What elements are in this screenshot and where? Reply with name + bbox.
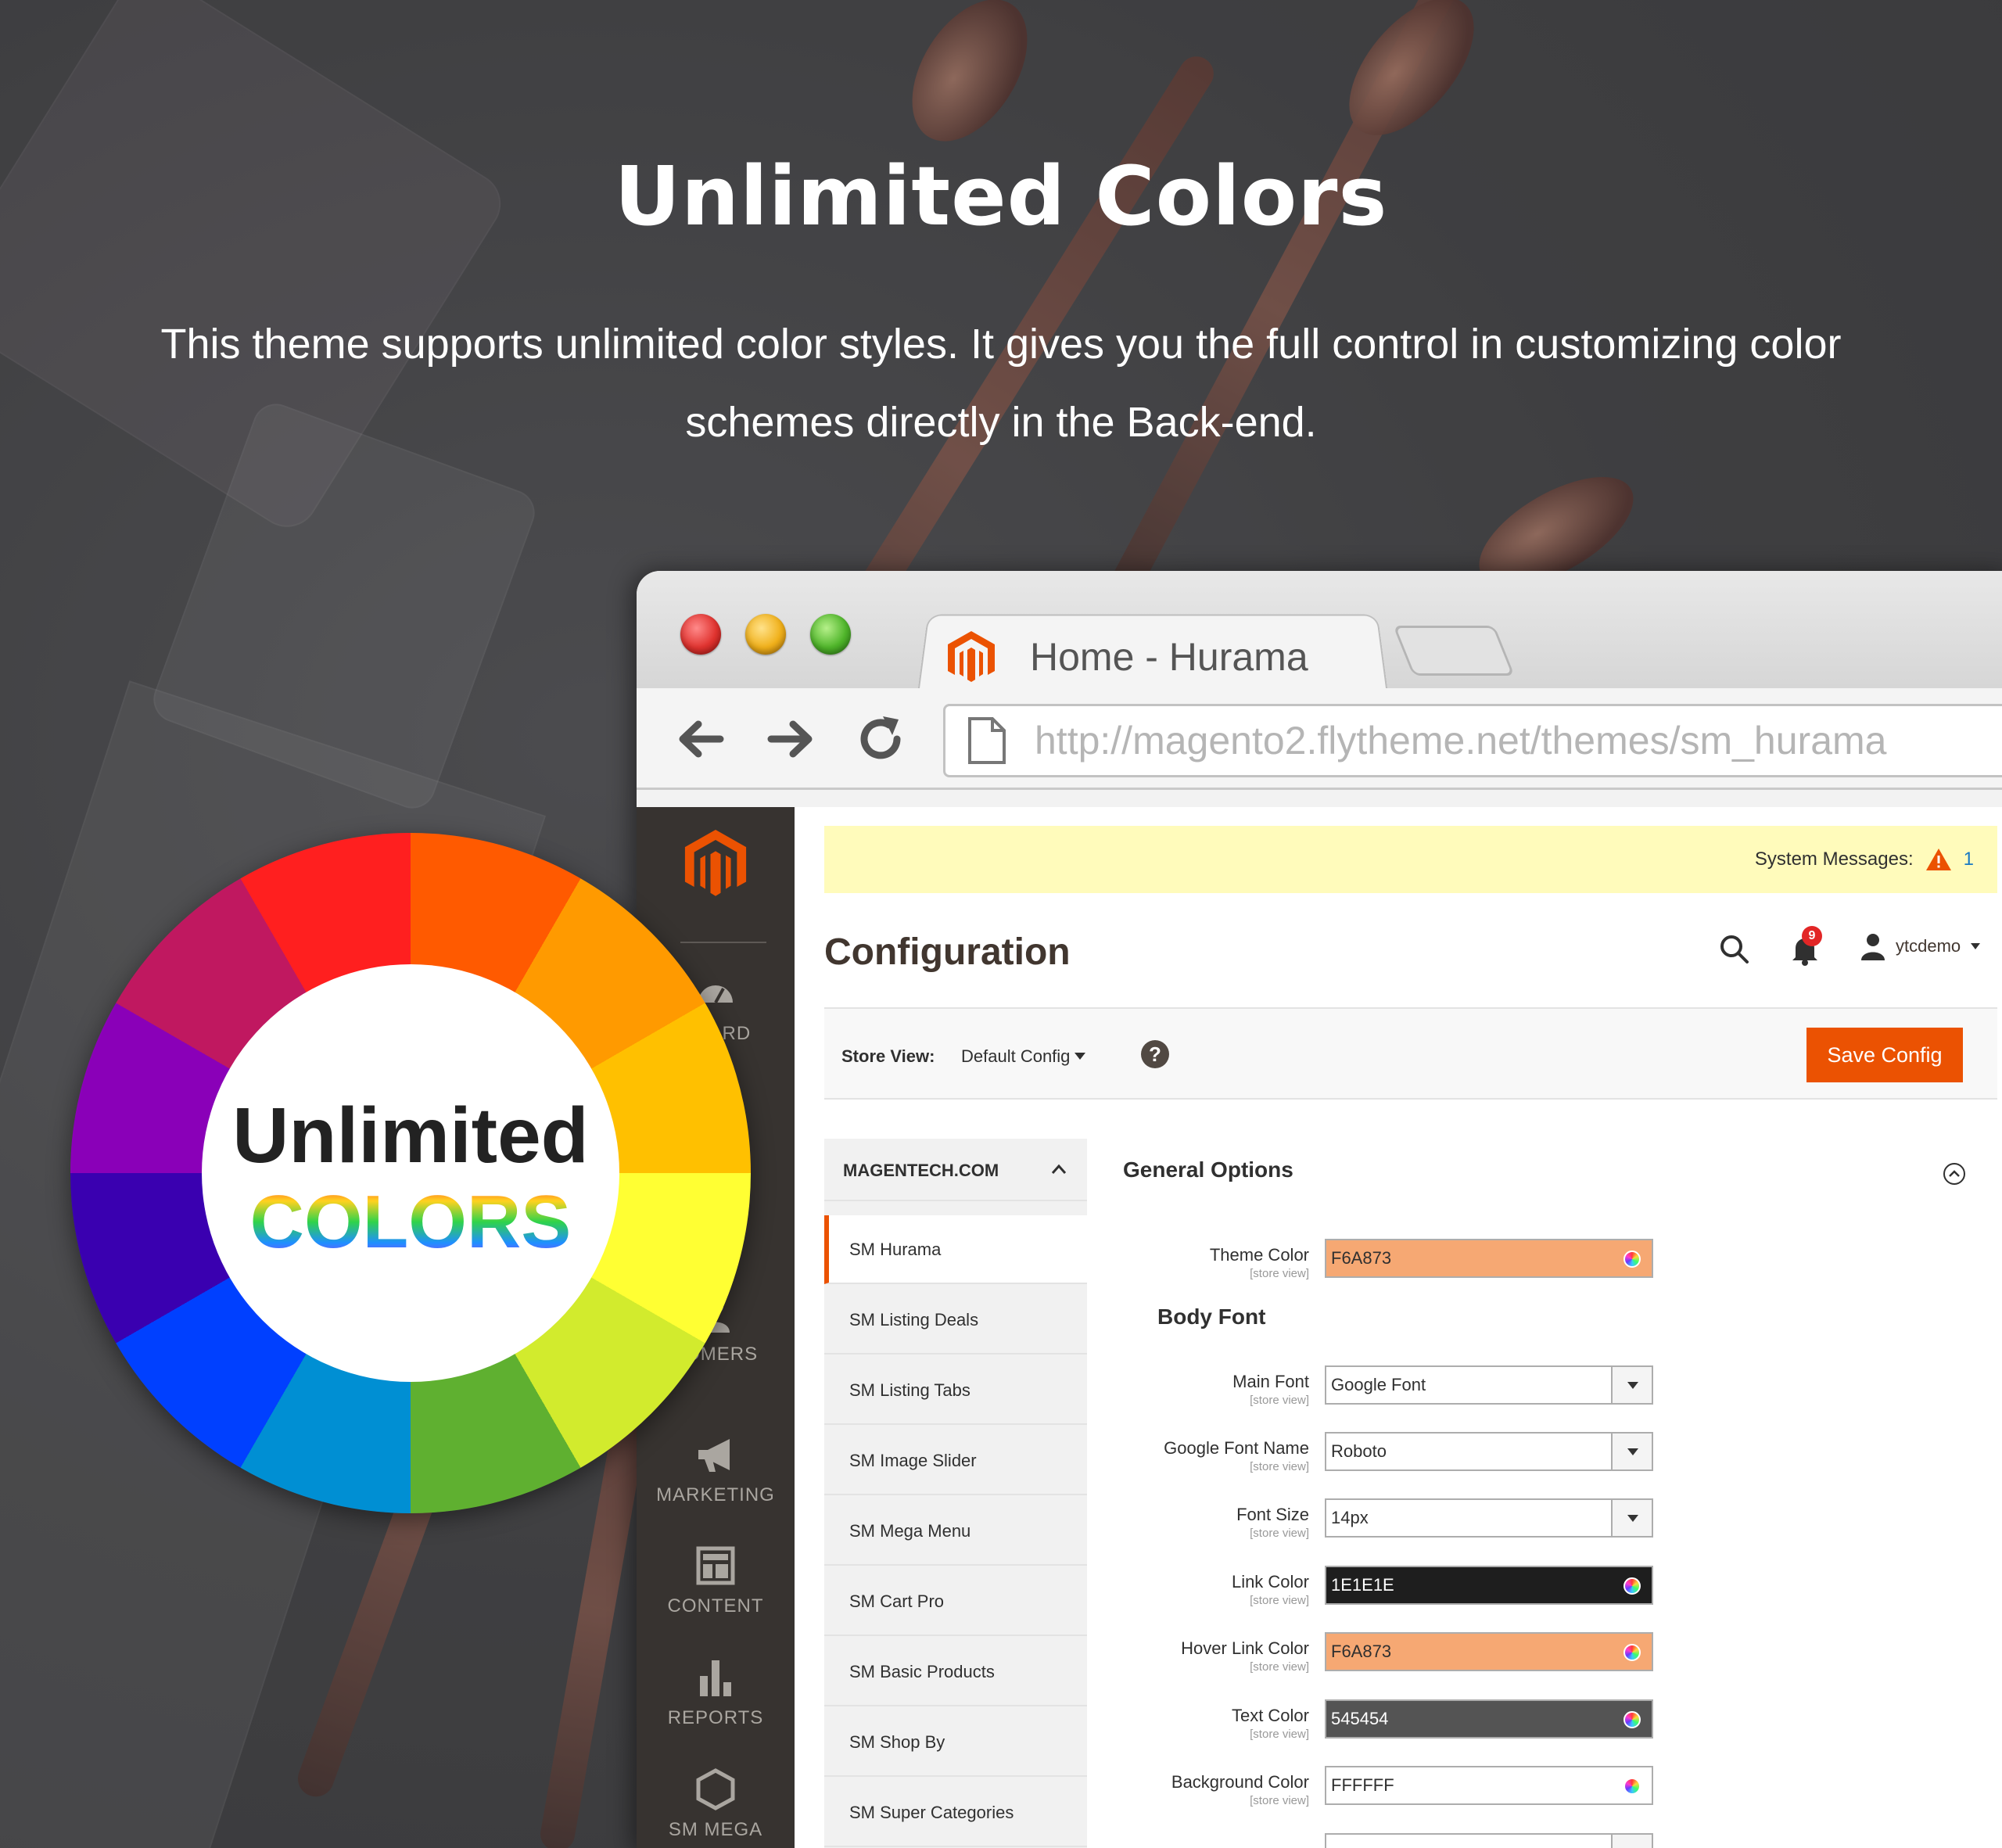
hover-link-color-value: F6A873 (1331, 1642, 1392, 1661)
sidebar-item-reports[interactable]: REPORTS (637, 1656, 795, 1729)
close-window-button[interactable] (680, 614, 721, 655)
scope-note: [store view] (1250, 1794, 1309, 1807)
sidebar-item-content[interactable]: CONTENT (637, 1544, 795, 1617)
content-icon (696, 1546, 735, 1585)
chevron-down-icon[interactable] (1611, 1434, 1652, 1469)
user-menu[interactable]: ytcdemo (1860, 932, 1981, 960)
background-color-input[interactable]: FFFFFF (1325, 1766, 1653, 1805)
scope-note: [store view] (1250, 1267, 1309, 1280)
scope-note: [store view] (1250, 1660, 1309, 1674)
admin-panel: BOARD TS TOMERS MARKETING (637, 807, 2002, 1848)
text-color-label: Text Color (1231, 1706, 1309, 1725)
help-icon[interactable]: ? (1141, 1040, 1169, 1068)
warning-icon (1925, 849, 1951, 870)
reports-icon (700, 1660, 731, 1696)
save-config-button[interactable]: Save Config (1806, 1028, 1963, 1082)
store-view-dropdown[interactable]: Default Config (961, 1046, 1070, 1067)
google-font-name-value: Roboto (1331, 1441, 1387, 1461)
config-tab-group-label: MAGENTECH.COM (843, 1161, 999, 1180)
browser-window: Home - Hurama http://magento2.flytheme.n… (637, 571, 2002, 1848)
link-color-value: 1E1E1E (1331, 1575, 1394, 1595)
chevron-down-icon[interactable] (1611, 1500, 1652, 1536)
hero-description: This theme supports unlimited color styl… (160, 321, 1842, 446)
reload-icon[interactable] (852, 710, 910, 768)
chevron-down-icon[interactable] (1611, 1835, 1652, 1848)
configuration-title: Configuration (824, 931, 1071, 973)
user-name: ytcdemo (1896, 936, 1961, 956)
browser-tab-title: Home - Hurama (1030, 635, 1308, 679)
theme-color-label: Theme Color (1209, 1245, 1309, 1265)
color-picker-icon[interactable] (1623, 1251, 1641, 1268)
back-arrow-icon[interactable] (672, 710, 730, 768)
chevron-down-icon (1971, 943, 1981, 949)
theme-color-value: F6A873 (1331, 1248, 1392, 1268)
background-color-label: Background Color (1171, 1772, 1309, 1792)
notifications-count-badge: 9 (1802, 926, 1822, 946)
text-color-input[interactable]: 545454 (1325, 1699, 1653, 1739)
browser-tab-content: Home - Hurama (945, 622, 1308, 692)
system-messages-bar[interactable]: System Messages: 1 (824, 826, 1997, 893)
badge-unlimited-text: Unlimited (232, 1092, 589, 1179)
address-bar[interactable]: http://magento2.flytheme.net/themes/sm_h… (943, 704, 2002, 777)
scope-note: [store view] (1250, 1394, 1309, 1407)
maximize-window-button[interactable] (810, 614, 851, 655)
url-text: http://magento2.flytheme.net/themes/sm_h… (1035, 719, 1887, 763)
main-font-select[interactable]: Google Font (1325, 1365, 1653, 1405)
hover-link-color-label: Hover Link Color (1181, 1638, 1309, 1658)
sidebar-item-label: CONTENT (667, 1595, 764, 1617)
color-picker-icon[interactable] (1623, 1577, 1641, 1595)
color-picker-icon[interactable] (1623, 1711, 1641, 1728)
link-color-input[interactable]: 1E1E1E (1325, 1566, 1653, 1605)
user-icon (1861, 934, 1885, 960)
store-view-label: Store View: (841, 1046, 935, 1066)
main-font-value: Google Font (1331, 1375, 1426, 1394)
general-options-title[interactable]: General Options (1123, 1157, 1293, 1182)
background-color-value: FFFFFF (1331, 1775, 1394, 1795)
new-tab-button[interactable] (1393, 626, 1515, 676)
search-icon[interactable] (1717, 932, 1752, 967)
store-view-bar: Store View: Default Config ? Save Config (824, 1007, 1997, 1100)
collapse-section-icon[interactable] (1943, 1162, 1966, 1186)
admin-content: System Messages: 1 Configuration 9 ytcde… (795, 807, 2002, 1848)
magento-logo-icon (948, 631, 995, 682)
scope-note: [store view] (1250, 1460, 1309, 1473)
font-size-label: Font Size (1236, 1505, 1309, 1524)
chevron-up-icon (1051, 1164, 1067, 1174)
sidebar-item-sm-mega[interactable]: SM MEGA (637, 1767, 795, 1841)
scope-note: [store view] (1250, 1527, 1309, 1540)
hover-link-color-input[interactable]: F6A873 (1325, 1632, 1653, 1671)
scope-note: [store view] (1250, 1594, 1309, 1607)
config-tab-sm-listing-deals[interactable]: SM Listing Deals (824, 1286, 1087, 1355)
theme-color-input[interactable]: F6A873 (1325, 1239, 1653, 1278)
text-color-value: 545454 (1331, 1709, 1389, 1728)
sidebar-item-label: REPORTS (667, 1707, 764, 1728)
chevron-down-icon[interactable] (1611, 1367, 1652, 1403)
svg-text:COLORS: COLORS (250, 1180, 572, 1264)
system-messages-count[interactable]: 1 (1964, 849, 1974, 870)
hexagon-icon (696, 1768, 735, 1810)
body-font-title: Body Font (1157, 1304, 1266, 1329)
system-messages-label: System Messages: (1754, 849, 1914, 870)
link-color-label: Link Color (1231, 1572, 1309, 1591)
minimize-window-button[interactable] (745, 614, 786, 655)
color-wheel-badge: Unlimited COLORS (70, 833, 751, 1513)
sidebar-item-label: SM MEGA (668, 1819, 763, 1840)
chevron-down-icon[interactable] (1075, 1053, 1085, 1060)
page-icon (968, 717, 1006, 764)
page-title: Unlimited Colors (614, 149, 1388, 244)
font-size-select[interactable]: 14px (1325, 1498, 1653, 1538)
color-picker-icon[interactable] (1623, 1644, 1641, 1661)
forward-arrow-icon[interactable] (762, 710, 820, 768)
badge-colors-text: COLORS (250, 1180, 572, 1264)
config-tab-group[interactable]: MAGENTECH.COM (824, 1139, 1087, 1201)
google-font-name-label: Google Font Name (1164, 1438, 1309, 1458)
color-picker-icon[interactable] (1623, 1778, 1641, 1795)
main-font-label: Main Font (1232, 1372, 1309, 1391)
next-field-input[interactable] (1325, 1833, 1653, 1848)
font-size-value: 14px (1331, 1508, 1369, 1527)
scope-note: [store view] (1250, 1728, 1309, 1741)
google-font-name-select[interactable]: Roboto (1325, 1432, 1653, 1471)
